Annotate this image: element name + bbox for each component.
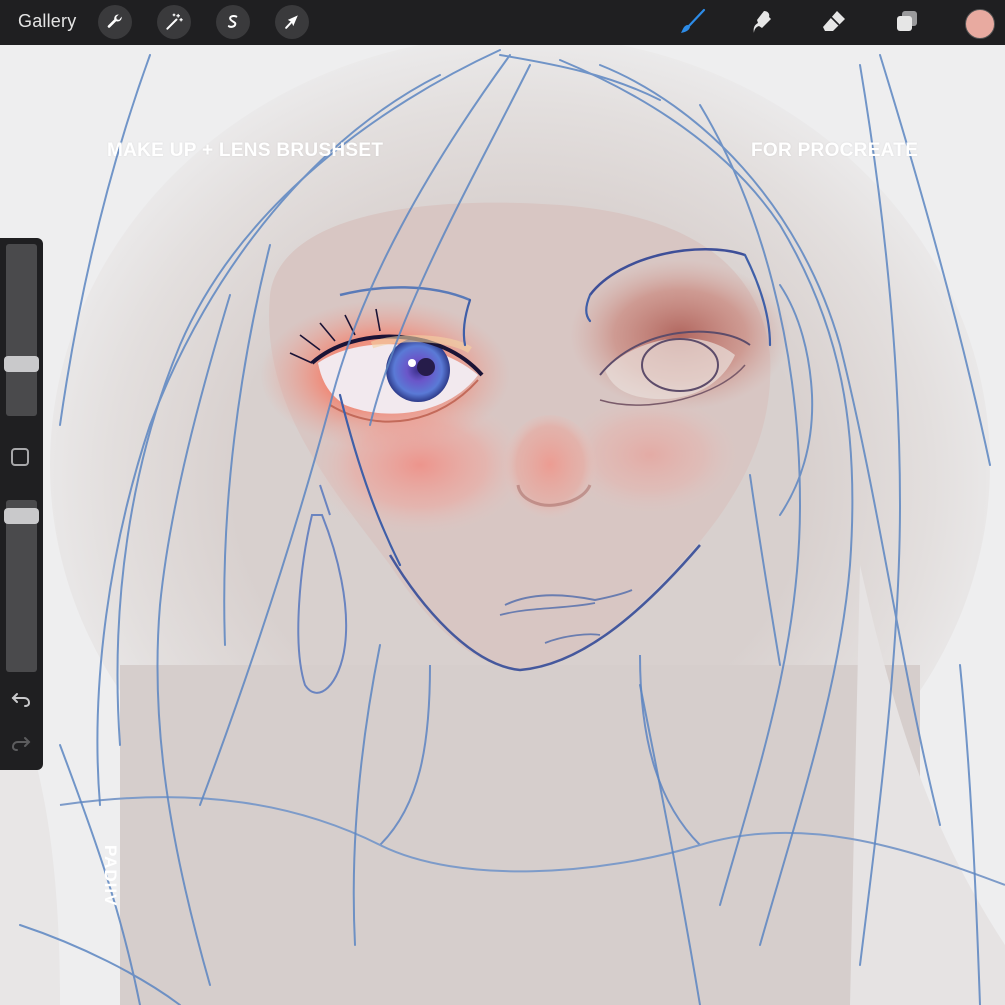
title-right-text: FOR PROCREATE <box>751 140 919 161</box>
color-picker-button[interactable] <box>965 9 995 39</box>
undo-button[interactable] <box>10 688 32 710</box>
brush-size-slider[interactable] <box>6 244 37 416</box>
undo-icon <box>11 693 31 707</box>
opacity-thumb[interactable] <box>4 507 39 524</box>
title-left-text: MAKE UP + LENS BRUSHSET <box>107 140 384 161</box>
wrench-icon <box>107 14 122 28</box>
eraser-tool[interactable] <box>818 6 850 38</box>
redo-button[interactable] <box>10 732 32 754</box>
smudge-icon <box>753 11 771 33</box>
actions-button[interactable] <box>98 5 132 39</box>
selection-s-icon <box>227 15 238 28</box>
top-toolbar: Gallery <box>0 0 1005 45</box>
redo-icon <box>11 737 31 751</box>
selection-button[interactable] <box>216 5 250 39</box>
eraser-icon <box>823 11 845 31</box>
layers-icon <box>897 11 917 31</box>
smudge-tool[interactable] <box>748 6 780 38</box>
square-modify-icon[interactable] <box>11 448 29 466</box>
brush-icon <box>681 8 706 33</box>
adjustments-button[interactable] <box>157 5 191 39</box>
artist-signature: PADIIV <box>101 845 120 907</box>
gallery-button[interactable]: Gallery <box>18 11 76 32</box>
transform-button[interactable] <box>275 5 309 39</box>
paint-brush-tool[interactable] <box>676 6 708 38</box>
brush-size-thumb[interactable] <box>4 356 39 373</box>
arrow-cursor-icon <box>285 15 298 29</box>
artwork-illustration <box>0 45 1005 1005</box>
magic-wand-icon <box>166 13 183 30</box>
drawing-canvas[interactable]: MAKE UP + LENS BRUSHSET FOR PROCREATE PA… <box>0 45 1005 1005</box>
opacity-slider[interactable] <box>6 500 37 672</box>
layers-tool[interactable] <box>891 6 923 38</box>
side-toolbar <box>0 238 43 770</box>
